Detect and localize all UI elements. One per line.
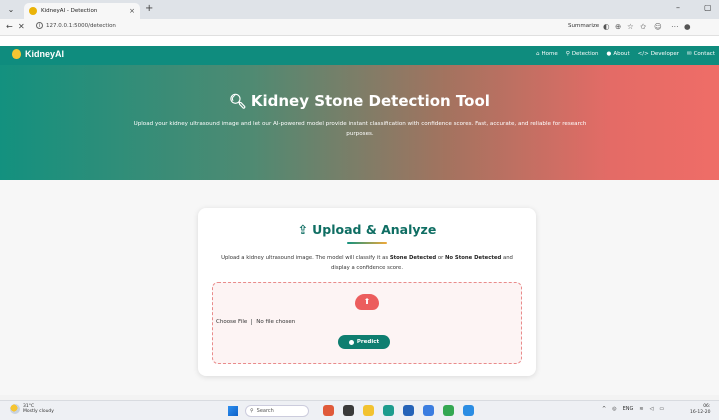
store-icon[interactable]: [403, 405, 414, 416]
browser-tab-bar: ⌄ KidneyAI - Detection × + – ▢: [0, 0, 719, 19]
upload-dropzone[interactable]: ⬆ Choose File No file chosen Predict: [212, 282, 522, 364]
tab-title: KidneyAI - Detection: [41, 8, 98, 14]
cloud-upload-icon: ⬆: [355, 294, 379, 310]
favicon-icon: [29, 7, 37, 15]
taskbar-search-label: Search: [256, 408, 274, 414]
choose-file-button[interactable]: Choose File: [216, 319, 253, 325]
weather-text: 31°C Mostly cloudy: [23, 404, 54, 414]
hero-section: 🔍︎ Kidney Stone Detection Tool Upload you…: [0, 65, 719, 180]
copilot-icon[interactable]: ◐: [603, 22, 610, 31]
tab-actions-menu[interactable]: ⌄: [4, 4, 18, 15]
volume-icon[interactable]: ◁: [650, 406, 654, 412]
predict-icon: [348, 339, 354, 345]
profile-icon[interactable]: ●: [684, 22, 691, 31]
chrome-icon[interactable]: [443, 405, 454, 416]
search-icon: ⚲: [565, 51, 570, 57]
file-explorer-icon[interactable]: [363, 405, 374, 416]
page-title-text: Kidney Stone Detection Tool: [250, 92, 490, 110]
desc-no-stone-detected: No Stone Detected: [444, 255, 502, 261]
chevron-up-icon[interactable]: ^: [602, 406, 606, 412]
weather-widget[interactable]: 31°C Mostly cloudy: [10, 404, 54, 414]
nav-link-label: Contact: [693, 51, 715, 57]
summarize-button[interactable]: Summarize: [568, 23, 599, 29]
file-status: No file chosen: [256, 319, 296, 325]
file-input[interactable]: Choose File No file chosen: [216, 319, 295, 325]
nav-link-home[interactable]: ⌂ Home: [536, 51, 558, 57]
brand-name: KidneyAI: [25, 49, 65, 59]
code-icon: </>: [637, 51, 649, 57]
desc-text: or: [436, 255, 445, 261]
mail-icon: ✉: [686, 51, 692, 57]
weather-condition: Mostly cloudy: [23, 409, 54, 414]
favorites-icon[interactable]: ✩: [640, 22, 646, 31]
upload-icon: ⇪: [297, 222, 309, 237]
extension-icon[interactable]: ☺: [654, 22, 662, 31]
kidney-logo-icon: [12, 49, 21, 59]
desc-text: Upload a kidney ultrasound image. The mo…: [221, 255, 390, 261]
search-icon: ⚲: [250, 408, 254, 414]
windows-taskbar: 31°C Mostly cloudy ⚲ Search ^ ◎ ENG ≋ ◁ …: [0, 400, 719, 420]
address-bar: ← ✕ i 127.0.0.1:5000/detection Summarize…: [0, 19, 719, 36]
card-title: ⇪ Upload & Analyze: [198, 222, 536, 237]
upload-card: ⇪ Upload & Analyze Upload a kidney ultras…: [198, 208, 536, 376]
home-icon: ⌂: [536, 51, 540, 57]
nav-link-contact[interactable]: ✉ Contact: [687, 51, 715, 57]
favorite-star-icon[interactable]: ☆: [627, 22, 634, 31]
weather-icon: [10, 404, 20, 414]
nav-link-developer[interactable]: </> Developer: [638, 51, 679, 57]
nav-link-label: Detection: [571, 51, 599, 57]
task-view-icon[interactable]: [343, 405, 354, 416]
info-icon: ●: [606, 51, 612, 57]
edge-icon[interactable]: [383, 405, 394, 416]
nav-link-about[interactable]: ● About: [607, 51, 630, 57]
main-content: ⇪ Upload & Analyze Upload a kidney ultras…: [0, 180, 719, 395]
new-tab-button[interactable]: +: [145, 3, 153, 15]
predict-label: Predict: [356, 339, 380, 345]
url-field[interactable]: i 127.0.0.1:5000/detection: [36, 22, 116, 29]
wifi-icon[interactable]: ≋: [639, 406, 643, 412]
language-code: ENG: [622, 406, 634, 412]
card-description: Upload a kidney ultrasound image. The mo…: [216, 253, 518, 273]
back-icon[interactable]: ←: [6, 22, 13, 31]
taskbar-clock[interactable]: 06: 16-12-20: [690, 404, 710, 416]
clock-date: 16-12-20: [690, 410, 711, 415]
maximize-button[interactable]: ▢: [704, 3, 712, 12]
app-icon[interactable]: [323, 405, 334, 416]
page-title: 🔍︎ Kidney Stone Detection Tool: [0, 92, 719, 110]
card-title-text: Upload & Analyze: [312, 222, 437, 237]
nav-links: ⌂ Home ⚲ Detection ● About </> Developer ✉ Co…: [536, 51, 715, 57]
start-button[interactable]: [228, 406, 238, 416]
title-underline: [347, 242, 387, 244]
stop-loading-icon[interactable]: ✕: [18, 22, 25, 31]
taskbar-apps: [323, 405, 474, 416]
vscode-icon[interactable]: [463, 405, 474, 416]
zoom-icon[interactable]: ⊕: [615, 22, 621, 31]
minimize-button[interactable]: –: [676, 3, 680, 12]
more-options-icon[interactable]: ⋯: [671, 22, 679, 31]
language-indicator[interactable]: ENG: [623, 406, 634, 412]
desc-stone-detected: Stone Detected: [389, 255, 437, 261]
brand-logo[interactable]: KidneyAI: [12, 49, 64, 59]
tab-close-button[interactable]: ×: [129, 7, 135, 15]
taskbar-search[interactable]: ⚲ Search: [245, 405, 309, 417]
page-top-spacer: [0, 36, 719, 46]
site-info-icon[interactable]: i: [36, 22, 43, 29]
app-icon[interactable]: [423, 405, 434, 416]
hero-subtitle: Upload your kidney ultrasound image and …: [133, 121, 587, 137]
system-tray: ^ ◎ ENG ≋ ◁ ▭: [602, 406, 664, 412]
browser-tab[interactable]: KidneyAI - Detection ×: [24, 3, 140, 19]
nav-link-label: Developer: [650, 51, 679, 57]
nav-link-label: Home: [541, 51, 558, 57]
app-navbar: KidneyAI ⌂ Home ⚲ Detection ● About </> Deve…: [0, 46, 719, 65]
predict-button[interactable]: Predict: [338, 335, 390, 349]
nav-link-detection[interactable]: ⚲ Detection: [566, 51, 599, 57]
battery-icon[interactable]: ▭: [659, 406, 664, 412]
network-icon[interactable]: ◎: [612, 406, 616, 412]
nav-link-label: About: [613, 51, 630, 57]
search-icon: 🔍︎: [229, 94, 247, 110]
url-text: 127.0.0.1:5000/detection: [46, 22, 116, 29]
